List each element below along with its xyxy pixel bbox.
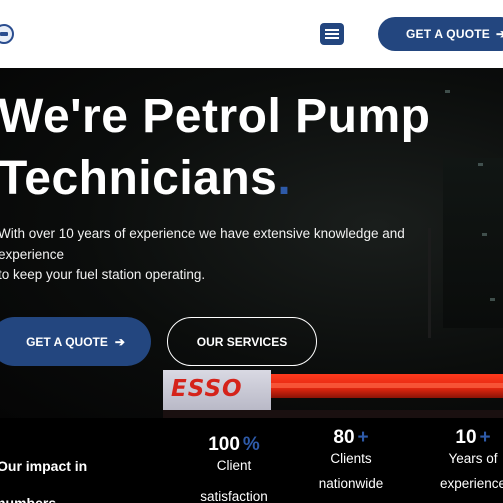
sign-board: ESSO <box>163 370 271 410</box>
hamburger-menu-icon[interactable] <box>320 23 344 45</box>
header-get-quote-label: GET A QUOTE <box>406 27 490 41</box>
sign-red-bar <box>269 374 503 398</box>
our-services-button[interactable]: OUR SERVICES <box>167 317 317 366</box>
sign-text: ESSO <box>171 376 243 402</box>
stat-label-line2: nationwide <box>318 476 384 491</box>
site-header: GET A QUOTE ➔ <box>0 0 503 68</box>
stat-label-line2: satisfaction <box>200 489 268 503</box>
stat-years-experience: 10 + Years of experience <box>433 427 503 491</box>
stat-suffix: + <box>357 427 369 448</box>
hero-title-dot: . <box>277 152 292 205</box>
background-light <box>482 233 487 236</box>
hero-title: We're Petrol Pump Technicians. <box>0 86 430 210</box>
stat-suffix: + <box>479 427 491 448</box>
stat-number: 10 <box>455 427 477 448</box>
hero-get-quote-label: GET A QUOTE <box>26 334 108 349</box>
hero-desc-line1: With over 10 years of experience we have… <box>0 226 405 241</box>
hero-title-line2: Technicians <box>0 152 278 205</box>
company-logo[interactable] <box>0 24 14 44</box>
impact-heading: Our impact in numbers. <box>0 448 107 503</box>
stat-label-line2: experience <box>439 476 503 491</box>
hero-description: With over 10 years of experience we have… <box>0 224 468 286</box>
sign-shadow <box>163 410 503 418</box>
stat-number: 80 <box>333 427 355 448</box>
hero-section: We're Petrol Pump Technicians. With over… <box>0 68 503 418</box>
impact-heading-line1: Our impact in <box>0 458 88 474</box>
hero-desc-line2: experience <box>0 246 65 262</box>
stat-label-line1: Clients <box>330 451 372 466</box>
hero-desc-line3: to keep your fuel station operating. <box>0 267 206 282</box>
esso-sign-image: ESSO <box>163 370 503 418</box>
header-get-quote-button[interactable]: GET A QUOTE ➔ <box>378 17 503 51</box>
stat-number: 100 <box>208 434 240 455</box>
stat-label-line1: Years of <box>448 451 498 466</box>
stat-suffix: % <box>242 434 260 455</box>
our-services-label: OUR SERVICES <box>196 334 288 349</box>
hero-title-line1: We're Petrol Pump <box>0 90 431 143</box>
background-light <box>490 298 495 301</box>
stat-clients-nationwide: 80 + Clients nationwide <box>306 427 396 491</box>
background-light <box>445 90 450 93</box>
impact-stats-section: Our impact in numbers. 100% Client satis… <box>0 418 503 503</box>
arrow-right-icon: ➔ <box>495 27 503 41</box>
stat-label-line1: Client <box>216 458 252 473</box>
background-light <box>478 163 483 166</box>
arrow-right-icon: ➔ <box>114 334 125 349</box>
stat-client-satisfaction: 100% Client satisfaction <box>189 434 279 503</box>
hero-get-quote-button[interactable]: GET A QUOTE ➔ <box>0 317 151 366</box>
impact-heading-line2: numbers. <box>0 495 61 503</box>
